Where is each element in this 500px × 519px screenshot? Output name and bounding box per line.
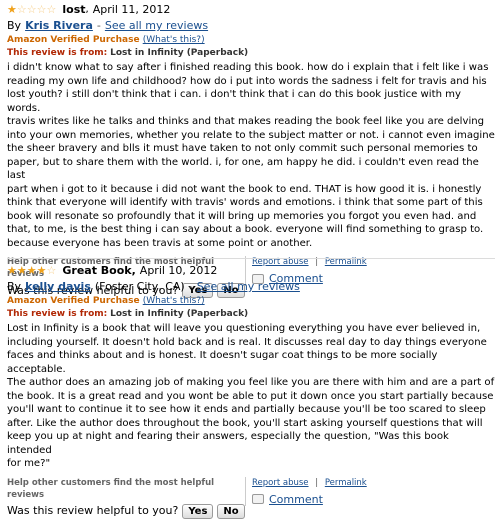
author-link[interactable]: kelly davis [25,280,91,294]
yes-button[interactable]: Yes [182,503,214,519]
review-actions: Report abuse | Permalink Comment [245,476,367,507]
review-from: This review is from: Lost in Infinity (P… [7,308,495,321]
review-body: Lost in Infinity is a book that will lea… [7,323,495,469]
comment-icon [252,494,264,505]
by-line: By Kris Rivera - See all my reviews [7,19,209,33]
review-2: ★ ★ ★ ★ ☆ Great Book, April 10, 2012 By … [7,263,495,519]
star-icon: ☆ [46,3,57,16]
star-icon: ★ [16,264,27,277]
verified-purchase: Amazon Verified Purchase (What's this?) [7,295,495,308]
helpful-question-text: Was this review helpful to you? [7,504,179,518]
review-body: i didn't know what to say after i finish… [7,62,495,249]
from-label: This review is from: [7,48,108,58]
from-label: This review is from: [7,309,108,319]
report-abuse-link[interactable]: Report abuse [252,478,309,488]
product-name: Lost in Infinity (Paperback) [110,309,249,319]
product-name: Lost in Infinity (Paperback) [110,48,249,58]
review-date: April 10, 2012 [139,264,218,278]
whats-this-link[interactable]: (What's this?) [143,296,205,306]
review-header: ★ ★ ★ ★ ☆ Great Book, April 10, 2012 [7,263,495,279]
review-1: ★ ☆ ☆ ☆ ☆ lost, April 11, 2012 By Kris R… [7,2,495,298]
star-icon: ☆ [36,3,47,16]
verified-label: Amazon Verified Purchase [7,35,140,45]
see-all-reviews-link[interactable]: See all my reviews [105,19,208,33]
helpful-row: Help other customers find the most helpf… [7,476,495,519]
review-from: This review is from: Lost in Infinity (P… [7,47,495,60]
review-header: ★ ☆ ☆ ☆ ☆ lost, April 11, 2012 [7,3,171,17]
report-links: Report abuse | Permalink [252,477,367,488]
helpful-question: Was this review helpful to you? Yes No [7,503,245,519]
star-icon: ★ [26,264,37,277]
verified-label: Amazon Verified Purchase [7,296,140,306]
review-date: April 11, 2012 [92,3,171,17]
rating-stars: ★ ★ ★ ★ ☆ [7,265,56,277]
star-icon: ★ [7,3,17,16]
review-title: lost [62,3,86,17]
review-title: Great Book, [62,264,136,278]
rating-stars: ★ ☆ ☆ ☆ ☆ [7,4,56,16]
comment-line: Comment [252,493,367,507]
star-icon: ☆ [16,3,27,16]
star-icon: ☆ [26,3,37,16]
author-link[interactable]: Kris Rivera [25,19,93,33]
verified-purchase: Amazon Verified Purchase (What's this?) [7,34,495,47]
helpful-note: Help other customers find the most helpf… [7,477,215,500]
helpful-left: Help other customers find the most helpf… [7,477,245,519]
author-location: (Foster City, CA) [94,280,185,294]
see-all-reviews-link[interactable]: See all my reviews [197,280,300,294]
review-divider [7,258,495,259]
star-icon: ★ [36,264,47,277]
star-icon: ☆ [46,264,57,277]
comment-link[interactable]: Comment [269,493,323,507]
by-line: By kelly davis (Foster City, CA) - See a… [7,280,300,294]
permalink-link[interactable]: Permalink [325,478,367,488]
by-prefix: By [7,19,22,33]
no-button[interactable]: No [217,503,245,519]
whats-this-link[interactable]: (What's this?) [143,35,205,45]
by-prefix: By [7,280,22,294]
star-icon: ★ [7,264,17,277]
